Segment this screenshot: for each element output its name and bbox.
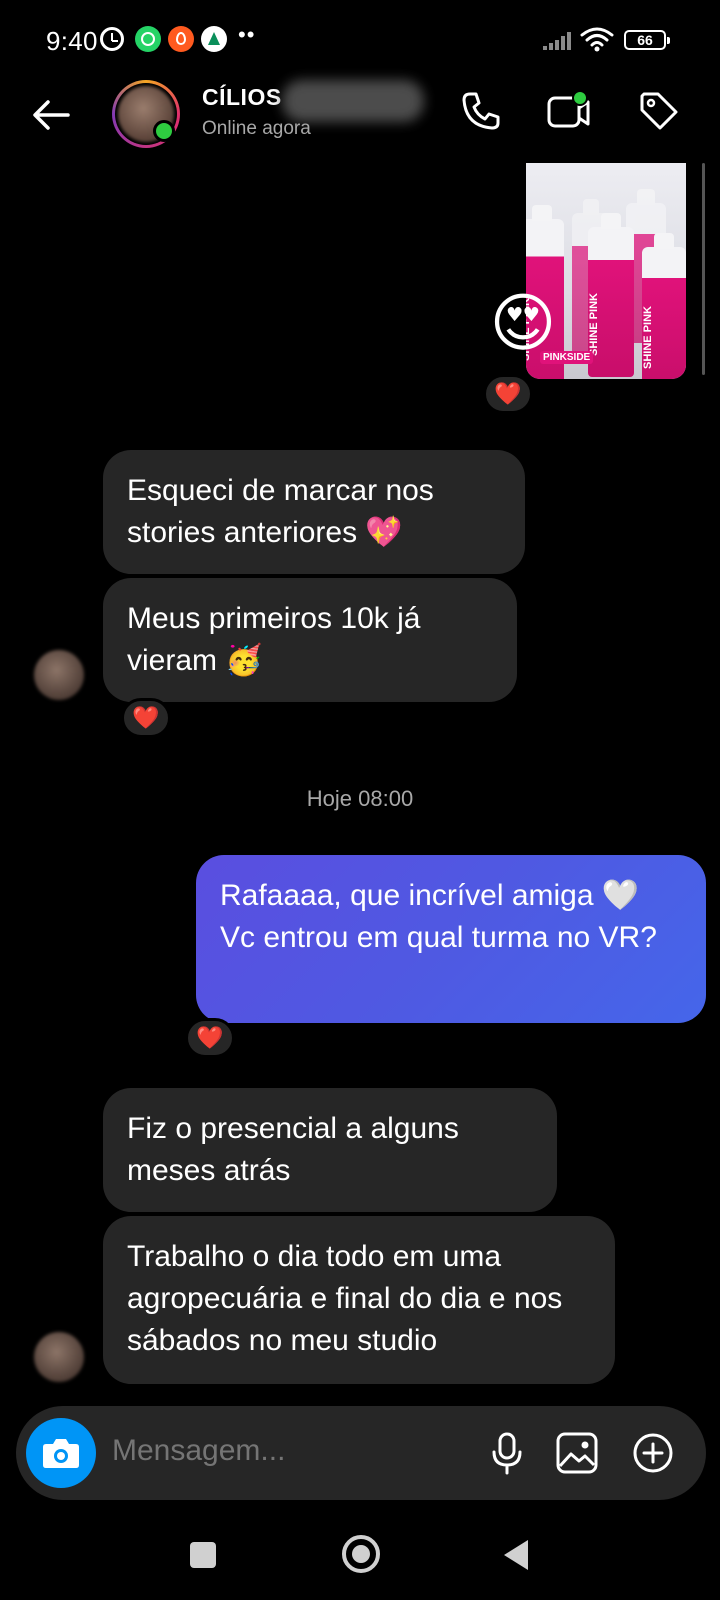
back-arrow-icon[interactable]	[28, 92, 74, 138]
contact-name[interactable]: CÍLIOS	[202, 84, 282, 111]
redacted-name-blur	[282, 80, 424, 122]
heart-reaction[interactable]: ❤️	[185, 1018, 235, 1058]
system-navigation-bar	[0, 1520, 720, 1600]
app-notification-icon	[168, 26, 194, 52]
status-bar: 9:40 •• 66	[0, 0, 720, 80]
sent-message[interactable]: Rafaaaa, que incrível amiga 🤍 Vc entrou …	[196, 855, 706, 1023]
status-time: 9:40	[46, 26, 98, 56]
camera-icon	[43, 1439, 79, 1468]
chat-header: CÍLIOS Online agora	[0, 80, 720, 154]
product-label: SHINE PINK	[588, 293, 600, 356]
more-notifications-icon: ••	[238, 22, 256, 47]
back-button[interactable]	[504, 1540, 528, 1570]
heart-eyes-emoji-reaction: 😍	[489, 287, 557, 359]
heart-reaction[interactable]: ❤️	[483, 374, 533, 414]
tag-icon[interactable]	[636, 88, 682, 134]
recent-apps-button[interactable]	[190, 1542, 216, 1568]
microphone-icon[interactable]	[482, 1428, 532, 1478]
battery-icon: 66	[624, 30, 670, 50]
wifi-icon	[580, 27, 614, 52]
video-call-icon[interactable]	[546, 88, 592, 134]
sender-avatar[interactable]	[34, 1332, 84, 1382]
add-icon[interactable]	[628, 1428, 678, 1478]
sender-avatar[interactable]	[34, 650, 84, 700]
online-indicator	[153, 120, 175, 142]
signal-icon	[543, 32, 573, 50]
camera-button[interactable]	[26, 1418, 96, 1488]
scrollbar[interactable]	[702, 163, 705, 375]
contact-status: Online agora	[202, 118, 311, 139]
product-label: SHINE PINK	[642, 306, 654, 370]
whatsapp-notification-icon	[135, 26, 161, 52]
alarm-icon	[100, 27, 124, 51]
message-input[interactable]	[112, 1434, 452, 1468]
received-message[interactable]: Trabalho o dia todo em uma agropecuária …	[103, 1216, 615, 1384]
gallery-icon[interactable]	[552, 1428, 602, 1478]
phone-call-icon[interactable]	[458, 88, 504, 134]
message-composer	[16, 1406, 706, 1500]
navigation-notification-icon	[201, 26, 227, 52]
received-message[interactable]: Esqueci de marcar nos stories anteriores…	[103, 450, 525, 574]
received-message[interactable]: Meus primeiros 10k já vieram 🥳	[103, 578, 517, 702]
date-separator: Hoje 08:00	[306, 786, 414, 811]
received-message[interactable]: Fiz o presencial a alguns meses atrás	[103, 1088, 557, 1212]
heart-reaction[interactable]: ❤️	[121, 698, 171, 738]
home-button[interactable]	[342, 1535, 380, 1573]
